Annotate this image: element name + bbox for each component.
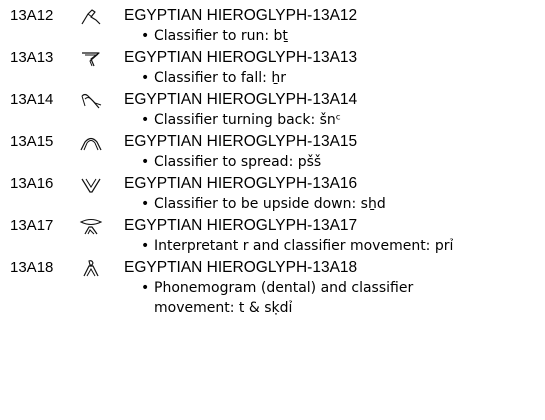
glyph-description: • Classifier to run: bṯ bbox=[141, 26, 534, 46]
glyph-description: • Classifier to fall: ẖr bbox=[141, 68, 534, 88]
glyph-note: Classifier to spread: pšš bbox=[154, 154, 322, 170]
glyph-name: EGYPTIAN HIEROGLYPH-13A14 bbox=[124, 91, 358, 108]
glyph-note: Phonemogram (dental) and classifier move… bbox=[154, 280, 414, 316]
bread-with-legs-icon bbox=[79, 260, 103, 278]
turning-back-legs-classifier-icon bbox=[79, 92, 103, 110]
mouth-with-legs-icon bbox=[79, 218, 103, 236]
spread-legs-classifier-icon bbox=[79, 134, 103, 152]
bullet-icon: • bbox=[141, 238, 150, 254]
code-point: 13A14 bbox=[10, 91, 54, 108]
glyph-description: • Interpretant r and classifier movement… bbox=[141, 236, 534, 256]
glyph-note: Classifier turning back: šnᶜ bbox=[154, 112, 341, 128]
bullet-icon: • bbox=[141, 70, 150, 86]
glyph-note: Classifier to run: bṯ bbox=[154, 28, 288, 44]
glyph-description: • Classifier to spread: pšš bbox=[141, 152, 534, 172]
code-point: 13A17 bbox=[10, 217, 54, 234]
glyph-name: EGYPTIAN HIEROGLYPH-13A13 bbox=[124, 49, 358, 66]
glyph-name: EGYPTIAN HIEROGLYPH-13A18 bbox=[124, 259, 358, 276]
upside-down-legs-classifier-icon bbox=[79, 176, 103, 194]
glyph-description: • Phonemogram (dental) and classifier mo… bbox=[141, 278, 414, 318]
code-point: 13A16 bbox=[10, 175, 54, 192]
bullet-icon: • bbox=[141, 28, 150, 44]
code-point: 13A12 bbox=[10, 7, 54, 24]
glyph-description: • Classifier turning back: šnᶜ bbox=[141, 110, 534, 130]
glyph-name: EGYPTIAN HIEROGLYPH-13A12 bbox=[124, 7, 358, 24]
glyph-note: Interpretant r and classifier movement: … bbox=[154, 238, 454, 254]
running-legs-classifier-icon bbox=[79, 8, 103, 26]
bullet-icon: • bbox=[141, 196, 150, 212]
glyph-description: • Classifier to be upside down: sẖd bbox=[141, 194, 534, 214]
bullet-icon: • bbox=[141, 112, 150, 128]
glyph-name: EGYPTIAN HIEROGLYPH-13A17 bbox=[124, 217, 358, 234]
glyph-name: EGYPTIAN HIEROGLYPH-13A15 bbox=[124, 133, 358, 150]
code-point: 13A15 bbox=[10, 133, 54, 150]
code-point: 13A13 bbox=[10, 49, 54, 66]
glyph-note: Classifier to be upside down: sẖd bbox=[154, 196, 386, 212]
bullet-icon: • bbox=[141, 154, 150, 170]
code-point: 13A18 bbox=[10, 259, 54, 276]
falling-legs-classifier-icon bbox=[79, 50, 103, 68]
glyph-name: EGYPTIAN HIEROGLYPH-13A16 bbox=[124, 175, 358, 192]
glyph-note: Classifier to fall: ẖr bbox=[154, 70, 286, 86]
bullet-icon: • bbox=[141, 280, 150, 296]
